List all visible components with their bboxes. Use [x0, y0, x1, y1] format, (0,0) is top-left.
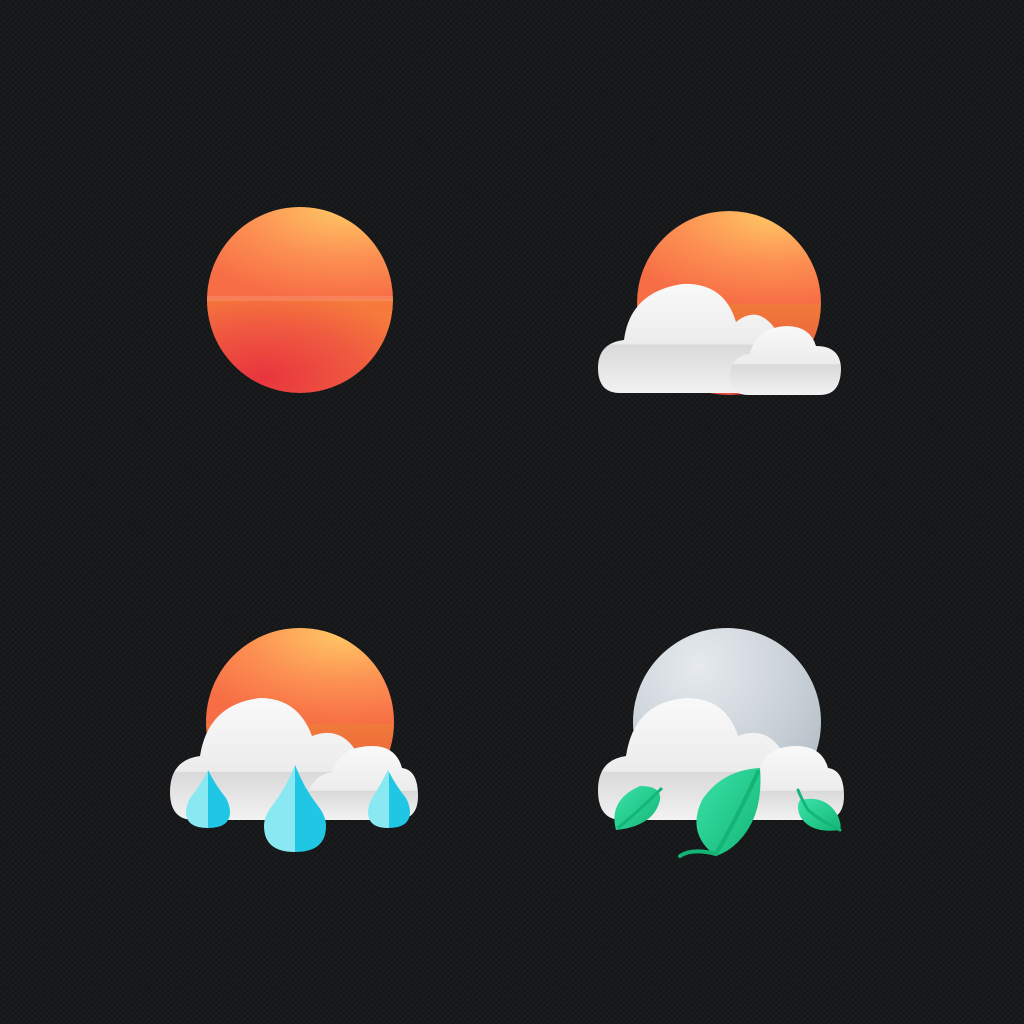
rain-icon: [160, 620, 430, 865]
partly-cloudy-icon: [590, 200, 850, 405]
weather-icon-grid: [0, 0, 1024, 1024]
windy-leaves-icon: [588, 620, 853, 865]
sun-icon: [195, 195, 405, 405]
